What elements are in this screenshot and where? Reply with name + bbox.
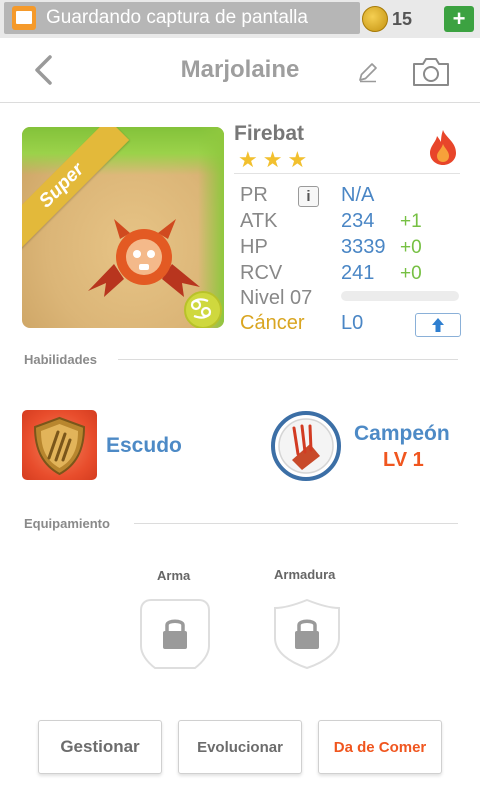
toast-message: Guardando captura de pantalla (46, 7, 308, 28)
level-progress-bar (341, 291, 459, 301)
coin-icon (362, 6, 388, 32)
star-rating: ★ ★ ★ (238, 149, 307, 171)
star-icon: ★ (262, 147, 283, 172)
status-bar: Guardando captura de pantalla 15 + (0, 0, 480, 38)
stat-bonus-rcv: +0 (400, 263, 422, 284)
stat-value-rcv: 241 (341, 262, 375, 284)
screenshot-toast: Guardando captura de pantalla (4, 2, 360, 34)
slot-label-armor: Armadura (274, 567, 336, 582)
star-icon: ★ (287, 147, 308, 172)
star-icon: ★ (238, 147, 258, 172)
skill-name-shield: Escudo (106, 434, 182, 457)
creature-portrait: Super (22, 127, 224, 328)
divider (134, 523, 458, 524)
zodiac-sign: Cáncer (240, 312, 305, 334)
stat-value-atk: 234 (341, 210, 375, 232)
armor-slot[interactable] (271, 598, 343, 670)
gallery-icon (12, 6, 36, 30)
manage-button[interactable]: Gestionar (38, 720, 162, 774)
arrow-up-icon (432, 318, 444, 332)
evolve-button[interactable]: Evolucionar (178, 720, 302, 774)
skill-level-champion: LV 1 (383, 449, 424, 471)
divider (118, 359, 458, 360)
stat-label-rcv: RCV (240, 262, 283, 284)
divider (234, 173, 460, 174)
info-icon[interactable]: i (298, 186, 319, 207)
slot-label-weapon: Arma (157, 568, 191, 583)
fire-icon (430, 130, 456, 165)
coin-count: 15 (392, 8, 413, 29)
stat-label-atk: ATK (240, 210, 278, 232)
cancer-zodiac-icon (184, 291, 222, 328)
stat-bonus-atk: +1 (400, 211, 422, 232)
stat-label-pr: PR (240, 184, 268, 206)
coin-counter: 15 (362, 6, 424, 32)
upgrade-button[interactable] (415, 313, 461, 337)
creature-name: Firebat (234, 122, 305, 145)
feed-button[interactable]: Da de Comer (318, 720, 442, 774)
champion-skill-icon[interactable] (270, 410, 342, 482)
rank-level: L0 (341, 312, 364, 334)
stat-value-pr: N/A (341, 184, 375, 206)
stat-value-hp: 3339 (341, 236, 386, 258)
level-label: Nivel 07 (240, 287, 313, 309)
section-title-skills: Habilidades (24, 352, 97, 367)
header: Marjolaine (0, 38, 480, 103)
shield-skill-icon[interactable] (22, 410, 97, 480)
skill-name-champion: Campeón (354, 422, 450, 445)
camera-icon[interactable] (411, 56, 451, 88)
weapon-slot[interactable] (139, 598, 211, 670)
section-title-equipment: Equipamiento (24, 516, 110, 531)
stat-label-hp: HP (240, 236, 268, 258)
pencil-icon[interactable] (356, 60, 380, 84)
page-title: Marjolaine (180, 56, 300, 83)
add-coins-button[interactable]: + (444, 6, 474, 32)
stat-bonus-hp: +0 (400, 237, 422, 258)
